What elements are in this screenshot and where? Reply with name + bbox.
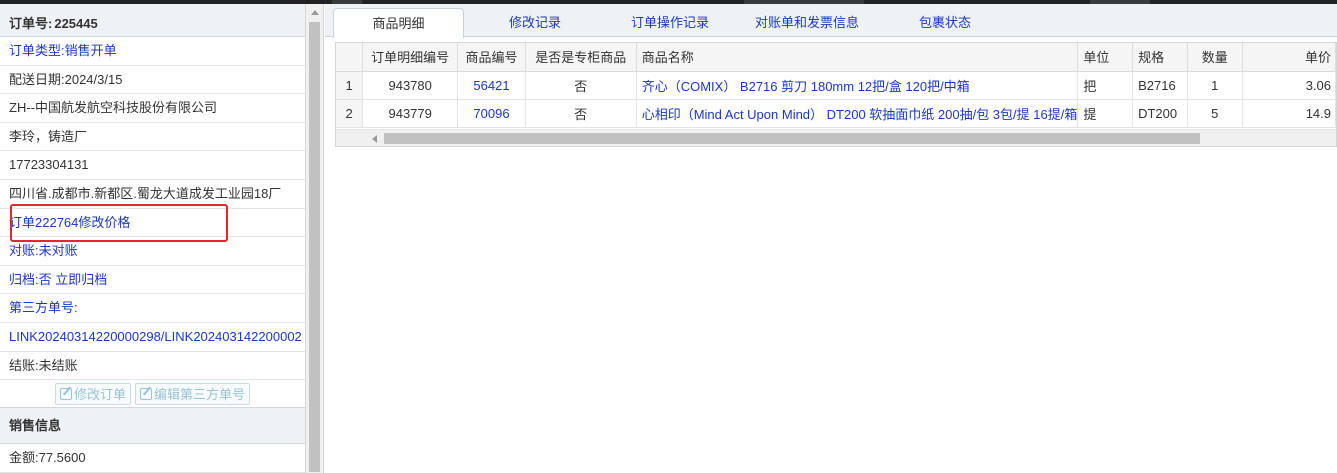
- column-header[interactable]: 商品名称: [636, 43, 1079, 72]
- column-header[interactable]: 订单明细编号: [362, 43, 459, 72]
- counter-cell: 否: [525, 99, 637, 128]
- product-name-link[interactable]: 心相印（Mind Act Upon Mind） DT200 软抽面巾纸 200抽…: [636, 99, 1079, 128]
- edit-icon: [140, 387, 152, 400]
- tab-change-log[interactable]: 修改记录: [485, 8, 585, 38]
- counter-cell: 否: [525, 71, 637, 100]
- spec-cell: DT200: [1132, 99, 1188, 128]
- order-info-panel: 订单号: 225445 订单类型:销售开单 配送日期:2024/3/15 ZH--…: [0, 4, 306, 473]
- archive-row: 归档:否 立即归档: [0, 266, 305, 295]
- product-id-link[interactable]: 56421: [457, 71, 526, 100]
- product-name-link[interactable]: 齐心（COMIX） B2716 剪刀 180mm 12把/盒 120把/中箱: [636, 71, 1079, 100]
- delivery-date-row: 配送日期:2024/3/15: [0, 66, 305, 95]
- left-panel-scrollbar[interactable]: [306, 4, 324, 473]
- table-horizontal-scrollbar[interactable]: [336, 129, 1336, 146]
- row-number: 1: [336, 71, 364, 100]
- company-row: ZH--中国航发航空科技股份有限公司: [0, 94, 305, 123]
- edit-order-button[interactable]: 修改订单: [54, 382, 131, 405]
- order-type-label: 订单类型:: [9, 43, 65, 58]
- column-header[interactable]: 规格: [1132, 43, 1188, 72]
- scroll-left-icon[interactable]: [372, 135, 377, 143]
- column-header[interactable]: 是否是专柜商品: [525, 43, 637, 72]
- address-row: 四川省.成都市.新都区.蜀龙大道成发工业园18厂: [0, 180, 305, 209]
- order-type-row: 订单类型:销售开单: [0, 37, 305, 66]
- tab-statements-invoices[interactable]: 对账单和发票信息: [745, 8, 869, 38]
- phone-row: 17723304131: [0, 151, 305, 180]
- tab-order-operations[interactable]: 订单操作记录: [615, 8, 725, 38]
- scrollbar-thumb[interactable]: [309, 22, 320, 472]
- reconcile-row: 对账:未对账: [0, 237, 305, 266]
- product-id-link[interactable]: 70096: [457, 99, 526, 128]
- price-cell: 3.06: [1242, 71, 1336, 100]
- detail-id-cell: 943779: [362, 99, 459, 128]
- sales-info-title: 销售信息: [0, 408, 305, 445]
- order-number-header: 订单号: 225445: [0, 4, 305, 37]
- table-row[interactable]: 1 943780 56421 否 齐心（COMIX） B2716 剪刀 180m…: [336, 71, 1336, 100]
- table-header: 订单明细编号 商品编号 是否是专柜商品 商品名称 单位 规格 数量 单价: [336, 43, 1336, 72]
- reconcile-label: 对账:: [9, 243, 39, 259]
- scrollbar-thumb[interactable]: [384, 133, 1200, 144]
- edit-order-label: 修改订单: [73, 387, 126, 403]
- detail-panel: 商品明细 修改记录 订单操作记录 对账单和发票信息 包裹状态 订单明细编号 商品…: [325, 4, 1337, 473]
- contact-row: 李玲，铸造厂: [0, 123, 305, 152]
- scroll-up-icon[interactable]: [311, 10, 319, 15]
- column-header[interactable]: 单价: [1242, 43, 1336, 72]
- tab-package-status[interactable]: 包裹状态: [895, 8, 995, 38]
- order-note-link[interactable]: 订单222764修改价格: [0, 209, 305, 238]
- detail-id-cell: 943780: [362, 71, 459, 100]
- archive-label: 归档:: [9, 271, 39, 287]
- column-header[interactable]: 单位: [1077, 43, 1134, 72]
- column-header[interactable]: 数量: [1187, 43, 1243, 72]
- archive-value[interactable]: 否 立即归档: [39, 272, 108, 287]
- qty-cell: 1: [1187, 71, 1243, 100]
- third-party-label: 第三方单号:: [0, 294, 305, 323]
- unit-cell: 把: [1077, 71, 1134, 100]
- reconcile-value[interactable]: 未对账: [39, 243, 78, 258]
- table-row[interactable]: 2 943779 70096 否 心相印（Mind Act Upon Mind）…: [336, 99, 1336, 128]
- order-type-value[interactable]: 销售开单: [65, 43, 117, 58]
- unit-cell: 提: [1077, 99, 1134, 128]
- detail-tabs: 商品明细 修改记录 订单操作记录 对账单和发票信息 包裹状态: [325, 4, 1337, 38]
- order-number-value: 225445: [54, 16, 98, 31]
- edit-third-party-label: 编辑第三方单号: [154, 387, 246, 403]
- spec-cell: B2716: [1132, 71, 1188, 100]
- price-cell: 14.9: [1242, 99, 1336, 128]
- column-header[interactable]: 商品编号: [457, 43, 526, 72]
- product-table: 订单明细编号 商品编号 是否是专柜商品 商品名称 单位 规格 数量 单价 1 9…: [335, 42, 1337, 147]
- order-number-label: 订单号:: [9, 16, 53, 31]
- amount-row: 金额:77.5600: [0, 444, 305, 473]
- edit-third-party-button[interactable]: 编辑第三方单号: [135, 382, 251, 405]
- tab-product-details[interactable]: 商品明细: [333, 8, 464, 38]
- edit-icon: [59, 387, 72, 400]
- settle-row: 结账:未结账: [0, 352, 305, 381]
- action-buttons: 修改订单 编辑第三方单号: [0, 380, 305, 409]
- qty-cell: 5: [1187, 99, 1243, 128]
- third-party-value[interactable]: LINK20240314220000298/LINK20240314220000…: [0, 323, 305, 352]
- row-number-header: [336, 43, 364, 72]
- row-number: 2: [336, 99, 364, 128]
